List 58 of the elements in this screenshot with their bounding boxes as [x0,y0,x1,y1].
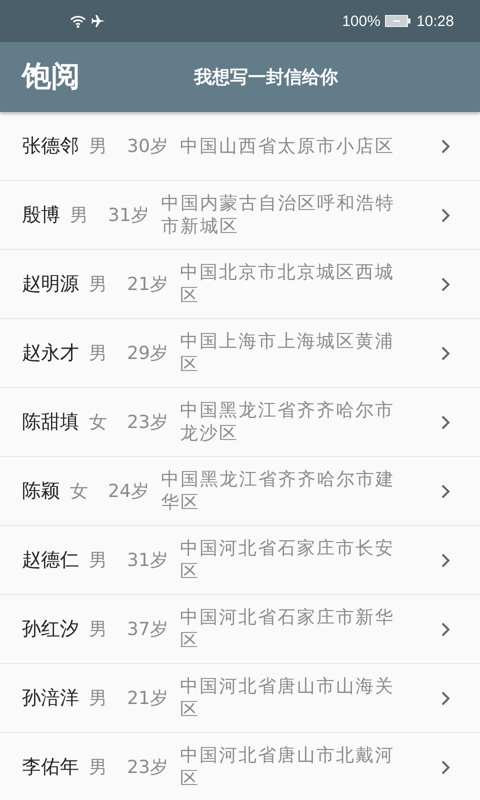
person-age: 23岁 [127,756,168,779]
chevron-right-icon [441,414,450,430]
chevron-right-icon [441,346,450,360]
battery-percent: 100% [342,12,380,30]
person-name: 赵明源 [22,272,79,297]
person-address: 中国黑龙江省齐齐哈尔市建华区 [160,468,396,514]
wifi-icon [70,14,86,28]
person-age: 30岁 [127,135,168,158]
chevron-right-icon [441,760,450,774]
person-address: 中国河北省石家庄市新华区 [180,606,396,652]
battery-icon [385,15,412,27]
person-address: 中国内蒙古自治区呼和浩特市新城区 [160,192,396,238]
person-address: 中国河北省唐山市山海关区 [180,675,396,721]
person-age: 21岁 [127,687,168,710]
person-age: 37岁 [127,618,168,641]
person-gender: 男 [89,687,107,710]
person-age: 29岁 [127,342,168,365]
person-address: 中国北京市北京城区西城区 [180,261,396,307]
person-age: 31岁 [127,549,168,572]
person-address: 中国黑龙江省齐齐哈尔市龙沙区 [180,399,396,445]
person-name: 孙涪洋 [22,686,79,711]
app-logo: 饱阅 [22,58,81,95]
person-gender: 男 [89,273,107,296]
person-age: 21岁 [127,273,168,296]
person-name: 张德邻 [22,134,79,159]
person-name: 陈甜填 [22,410,79,435]
person-address: 中国山西省太原市小店区 [180,134,396,158]
person-address: 中国河北省石家庄市长安区 [180,537,396,583]
person-name: 李佑年 [22,755,79,780]
person-gender: 女 [89,411,107,434]
person-age: 24岁 [108,480,149,503]
person-address: 中国河北省唐山市北戴河区 [180,744,396,790]
person-gender: 男 [89,549,107,572]
person-name: 殷博 [22,203,60,228]
person-name: 孙红汐 [22,617,79,642]
person-gender: 男 [89,135,107,158]
person-gender: 男 [89,342,107,365]
person-name: 陈颖 [22,479,60,504]
chevron-right-icon [441,138,450,154]
person-gender: 男 [70,204,88,227]
person-row[interactable]: 张德邻 男 30岁 中国山西省太原市小店区 [0,112,480,181]
airplane-icon [91,14,106,28]
person-gender: 男 [89,618,107,641]
chevron-right-icon [441,622,450,636]
chevron-right-icon [441,484,450,498]
chevron-right-icon [441,552,450,568]
person-address: 中国上海市上海城区黄浦区 [180,330,396,376]
person-gender: 女 [70,480,88,503]
clock-time: 10:28 [416,12,454,30]
person-name: 赵永才 [22,341,79,366]
person-age: 23岁 [127,411,168,434]
chevron-right-icon [441,690,450,706]
person-gender: 男 [89,756,107,779]
chevron-right-icon [441,208,450,222]
app-title: 我想写一封信给你 [194,66,338,89]
person-age: 31岁 [108,204,149,227]
person-name: 赵德仁 [22,548,79,573]
chevron-right-icon [441,276,450,292]
